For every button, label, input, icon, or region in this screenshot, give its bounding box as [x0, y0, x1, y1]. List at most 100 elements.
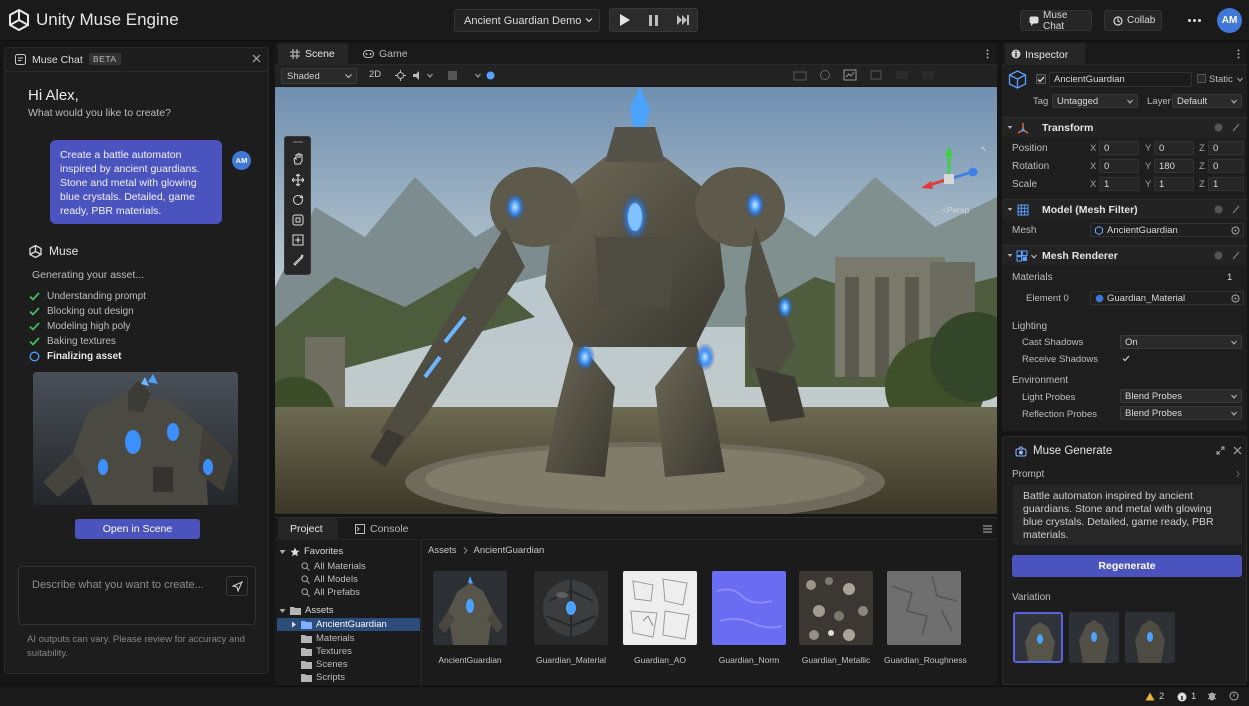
tree-folder[interactable]: Scenes [301, 658, 348, 671]
render-icon[interactable] [895, 69, 909, 81]
camera-icon[interactable] [793, 69, 807, 81]
mesh-renderer-section-header[interactable]: Mesh Renderer [1002, 245, 1247, 265]
regenerate-button[interactable]: Regenerate [1012, 555, 1242, 577]
prompt-options-icon[interactable] [1236, 470, 1240, 478]
view-options-icon[interactable] [921, 69, 935, 81]
chevron-down-icon[interactable] [1237, 77, 1243, 82]
target-icon[interactable] [1231, 294, 1240, 303]
tree-item[interactable]: All Prefabs [301, 586, 360, 599]
scene-viewport[interactable]: <Persp [275, 87, 997, 514]
object-name-input[interactable]: AncientGuardian [1049, 72, 1192, 87]
close-icon[interactable] [252, 54, 261, 63]
orbit-icon[interactable] [819, 69, 831, 81]
settings-icon[interactable] [1232, 123, 1240, 132]
mesh-field[interactable]: AncientGuardian [1090, 223, 1244, 237]
shading-mode-dropdown[interactable]: Shaded [281, 68, 357, 84]
more-options-icon[interactable] [1183, 13, 1205, 27]
asset-item[interactable]: Guardian_Norm [709, 571, 789, 665]
scale-y-field[interactable]: 1 [1154, 177, 1194, 191]
scale-tool-icon[interactable] [290, 212, 306, 228]
scale-x-field[interactable]: 1 [1099, 177, 1139, 191]
breadcrumb-item[interactable]: Assets [428, 545, 457, 556]
static-checkbox[interactable] [1197, 74, 1206, 83]
layer-dropdown[interactable]: Default [1172, 94, 1242, 108]
light-probes-dropdown[interactable]: Blend Probes [1120, 389, 1242, 403]
errors-indicator[interactable]: 1 [1177, 691, 1196, 702]
custom-tool-icon[interactable] [290, 252, 306, 268]
open-in-scene-button[interactable]: Open in Scene [75, 519, 200, 539]
close-icon[interactable] [1233, 446, 1242, 455]
more-vertical-icon[interactable] [986, 49, 989, 59]
mesh-filter-section-header[interactable]: Model (Mesh Filter) [1002, 199, 1247, 219]
help-icon[interactable] [1214, 251, 1223, 260]
lighting-toggle-icon[interactable] [395, 70, 406, 81]
position-x-field[interactable]: 0 [1099, 141, 1139, 155]
expand-icon[interactable] [1216, 446, 1225, 455]
asset-item[interactable]: Guardian_AO [620, 571, 700, 665]
rotate-tool-icon[interactable] [290, 192, 306, 208]
variation-thumbnail[interactable] [1069, 612, 1119, 663]
activity-icon[interactable] [1229, 691, 1239, 701]
layers-icon[interactable] [869, 69, 883, 81]
rotation-z-field[interactable]: 0 [1208, 159, 1244, 173]
tree-folder[interactable]: Textures [301, 645, 352, 658]
step-button[interactable] [668, 9, 697, 31]
tree-folder-selected[interactable]: AncientGuardian [291, 618, 387, 631]
prompt-textarea[interactable]: Battle automaton inspired by ancient gua… [1013, 485, 1242, 545]
variation-thumbnail[interactable] [1125, 612, 1175, 663]
transform-section-header[interactable]: Transform [1002, 117, 1247, 137]
tab-scene[interactable]: Scene [278, 43, 348, 65]
user-avatar[interactable]: AM [1217, 8, 1242, 33]
reflection-probes-dropdown[interactable]: Blend Probes [1120, 406, 1242, 420]
toggle-2d-button[interactable]: 2D [369, 69, 381, 80]
help-icon[interactable] [1214, 123, 1223, 132]
hand-tool-icon[interactable] [290, 151, 306, 167]
target-icon[interactable] [1231, 226, 1240, 235]
tree-folder[interactable]: Materials [301, 632, 355, 645]
tree-item[interactable]: All Models [301, 573, 358, 586]
position-z-field[interactable]: 0 [1208, 141, 1244, 155]
scene-selector[interactable]: Ancient Guardian Demo [454, 9, 600, 32]
move-tool-icon[interactable] [290, 172, 306, 188]
more-vertical-icon[interactable] [1237, 49, 1240, 59]
tree-favorites[interactable]: Favorites [279, 545, 343, 558]
pause-button[interactable] [639, 9, 668, 31]
rotation-y-field[interactable]: 180 [1154, 159, 1194, 173]
material-field[interactable]: Guardian_Material [1090, 291, 1244, 305]
palette-grip[interactable] [293, 141, 303, 143]
muse-chat-button[interactable]: Muse Chat [1020, 10, 1092, 32]
tag-dropdown[interactable]: Untagged [1052, 94, 1138, 108]
send-button[interactable] [226, 576, 248, 596]
bug-icon[interactable] [1207, 691, 1217, 701]
variation-thumbnail-selected[interactable] [1013, 612, 1063, 663]
rect-tool-icon[interactable] [290, 232, 306, 248]
play-button[interactable] [610, 9, 639, 31]
chevron-down-icon[interactable] [427, 73, 433, 78]
receive-shadows-checkbox[interactable] [1120, 353, 1131, 364]
warnings-indicator[interactable]: 2 [1145, 691, 1164, 702]
tab-game[interactable]: Game [351, 43, 421, 65]
asset-item[interactable]: AncientGuardian [430, 571, 510, 665]
enabled-chevron-icon[interactable] [1031, 254, 1037, 259]
gizmos-toggle-icon[interactable] [485, 70, 496, 81]
breadcrumb-item[interactable]: AncientGuardian [474, 545, 545, 556]
tree-folder[interactable]: Scripts [301, 671, 345, 684]
tree-item[interactable]: All Materials [301, 560, 366, 573]
effects-toggle-icon[interactable] [447, 70, 458, 81]
orientation-gizmo[interactable] [917, 141, 987, 211]
position-y-field[interactable]: 0 [1154, 141, 1194, 155]
asset-item[interactable]: Guardian_Metallic [796, 571, 876, 665]
collab-button[interactable]: Collab [1104, 10, 1162, 31]
perspective-label[interactable]: <Persp [942, 205, 969, 215]
settings-icon[interactable] [1232, 251, 1240, 260]
tab-project[interactable]: Project [278, 518, 338, 540]
asset-item[interactable]: Guardian_Material [531, 571, 611, 665]
scale-z-field[interactable]: 1 [1208, 177, 1244, 191]
chat-input-box[interactable]: Describe what you want to create... [18, 566, 256, 625]
hamburger-menu-icon[interactable] [983, 525, 992, 533]
rotation-x-field[interactable]: 0 [1099, 159, 1139, 173]
settings-icon[interactable] [1232, 205, 1240, 214]
active-checkbox[interactable] [1036, 74, 1046, 84]
help-icon[interactable] [1214, 205, 1223, 214]
chevron-down-icon[interactable] [475, 73, 481, 78]
